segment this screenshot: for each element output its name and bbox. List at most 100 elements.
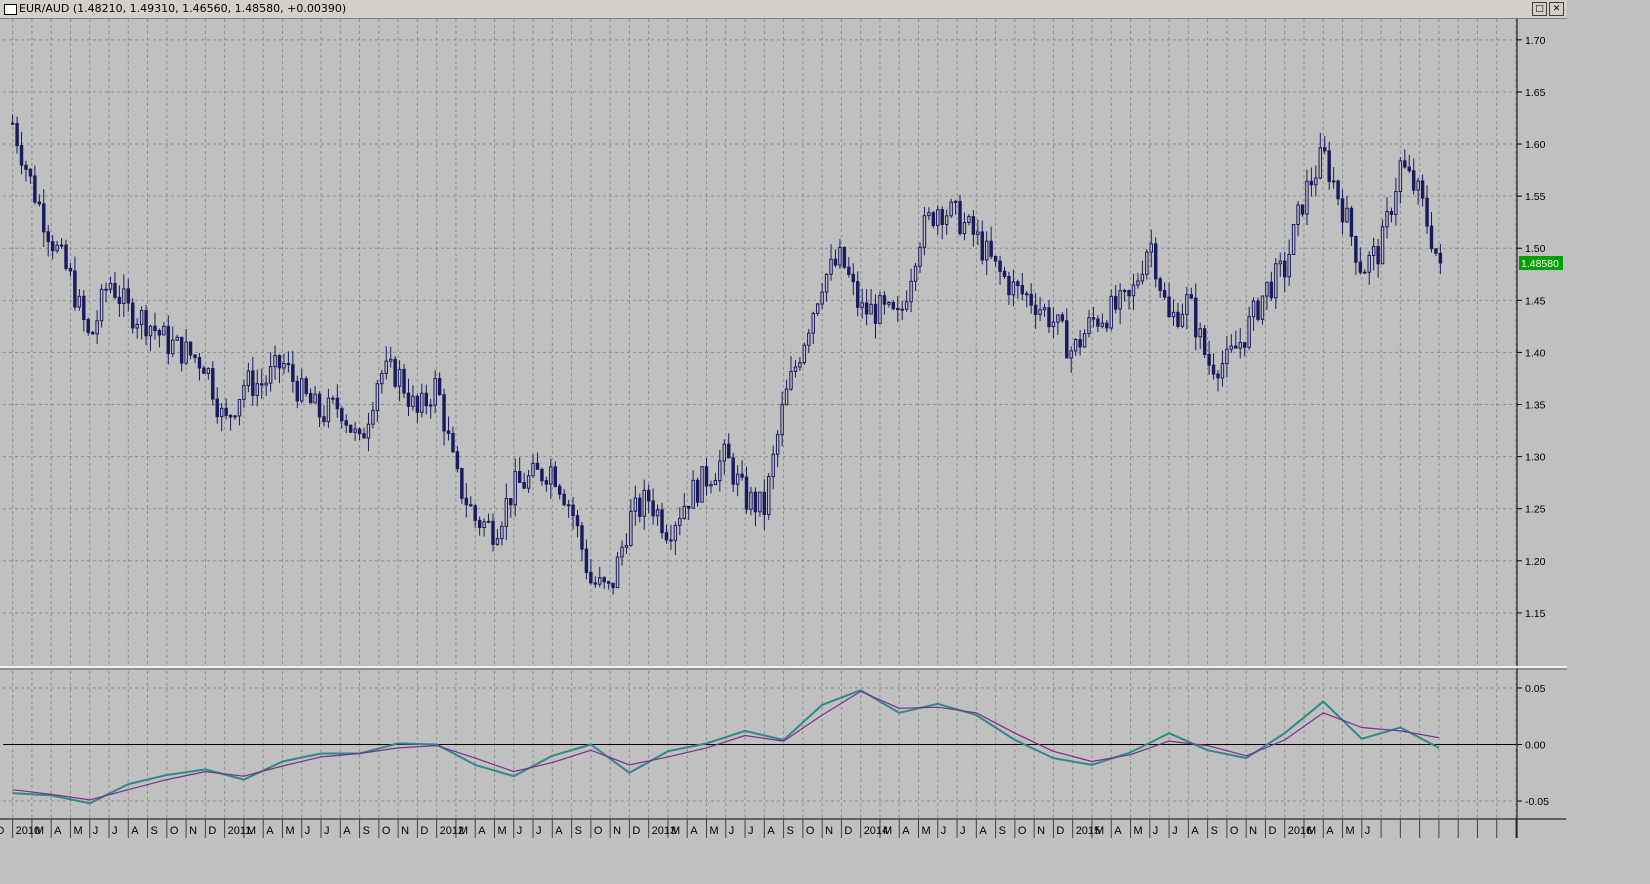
candle-body [598,577,602,585]
candle-body [575,515,580,527]
candle-body [90,331,95,335]
candle-body [753,491,758,513]
x-tick-label: D [1056,825,1064,837]
y-tick-label: -0.05 [1525,796,1549,808]
candle-body [535,462,540,470]
candle-body [878,295,882,324]
candle-body [869,303,873,315]
candle-body [59,244,64,247]
x-tick-label: J [729,825,735,837]
x-tick-label: D [844,825,852,837]
candle-body [526,475,531,489]
candle-body [1429,225,1434,250]
price-chart[interactable]: 1.70 1.65 1.60 1.55 1.50 1.45 1.40 1.35 1.30 1.25… [0,19,1567,838]
candle-body [1274,263,1278,299]
candle-body [993,255,998,262]
x-tick-label: A [266,825,274,837]
candle-body [860,302,864,308]
candle-body [1358,261,1363,273]
candle-body [1020,285,1025,295]
window-menu-icon[interactable] [4,4,17,15]
candle-body [1118,290,1122,310]
candle-body [1011,281,1016,296]
candle-body [691,479,695,509]
candle-body [122,288,126,304]
candle-body [891,301,896,310]
candle-body [913,265,918,282]
candle-body [144,310,148,337]
x-tick-label: A [690,825,698,837]
x-tick-label: A [979,825,987,837]
candle-body [357,428,362,435]
candle-body [304,378,308,394]
candle-body [936,209,940,227]
candle-body [1131,284,1136,297]
candle-body [1047,307,1051,328]
candle-body [646,489,651,502]
x-tick-label: N [401,825,409,837]
x-tick-label: A [1326,825,1334,837]
candle-body [131,302,135,329]
x-tick-label: A [343,825,351,837]
candle-body [704,466,709,487]
candle-body [1296,204,1300,225]
candle-body [1238,341,1242,349]
candle-body [500,525,504,540]
candle-body [1282,260,1287,278]
candle-body [1171,311,1176,318]
x-tick-label: J [93,825,99,837]
candle-body [1420,180,1425,199]
x-tick-label: N [1037,825,1045,837]
restore-button[interactable]: □ [1532,2,1547,16]
y-tick-label: 1.45 [1525,295,1546,307]
x-tick-label: D [420,825,428,837]
candle-body [1069,350,1073,359]
candle-body [362,433,366,439]
x-tick-label: M [1134,825,1143,837]
candle-body [1314,177,1318,186]
candle-body [55,244,59,252]
candle-body [1367,254,1371,273]
candle-body [927,212,931,217]
x-tick-label: M [73,825,82,837]
candle-body [727,443,731,459]
candle-body [1407,166,1411,172]
x-tick-label: A [131,825,139,837]
candle-body [393,358,397,387]
candle-body [446,430,451,434]
candle-body [1229,345,1234,350]
candle-body [1180,313,1185,327]
candle-body [638,497,642,517]
x-tick-label: D [0,825,4,837]
candle-body [513,471,517,506]
candle-body [495,538,500,545]
x-tick-label: A [902,825,910,837]
close-button[interactable]: ✕ [1549,2,1564,16]
candle-body [477,519,482,529]
candle-body [1029,293,1033,306]
candle-body [331,397,335,400]
candle-body [1002,270,1007,278]
candle-body [1349,207,1354,237]
candle-body [882,295,887,305]
x-tick-label: M [922,825,931,837]
y-tick-label: 1.70 [1525,35,1546,47]
candle-body [1251,300,1256,318]
candle-body [384,360,388,375]
candle-body [1087,317,1091,335]
candle-body [606,581,611,584]
candle-body [771,453,775,478]
y-tick-label: 1.55 [1525,191,1546,203]
x-tick-label: M [1346,825,1355,837]
x-tick-label: N [825,825,833,837]
candle-body [802,344,807,364]
candle-body [344,420,348,426]
candle-body [291,364,295,382]
x-tick-label: M [883,825,892,837]
y-tick-label: 1.40 [1525,347,1546,359]
x-tick-label: N [1249,825,1257,837]
candle-body [353,428,357,433]
window-titlebar[interactable]: EUR/AUD (1.48210, 1.49310, 1.46560, 1.48… [0,0,1567,19]
candle-body [135,323,139,329]
candle-body [798,362,802,368]
